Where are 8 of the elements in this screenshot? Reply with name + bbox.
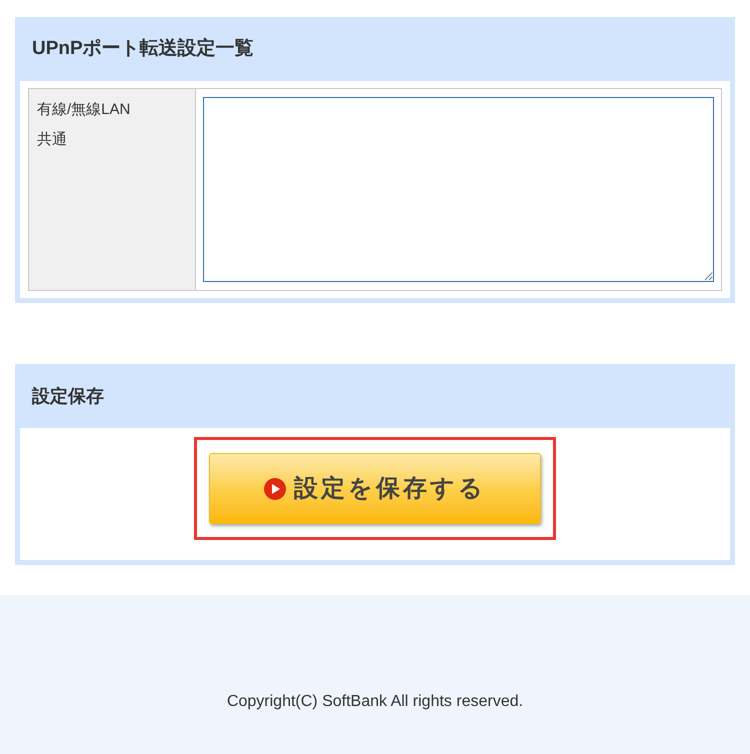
copyright-text: Copyright(C) SoftBank All rights reserved. [226,692,524,712]
save-button[interactable]: 設定を保存する [209,453,541,524]
row-label: 共通 [37,130,68,150]
row-label: 有線/無線LAN [37,100,132,120]
play-icon [264,478,286,500]
section-title: UPnPポート転送設定一覧 [32,36,254,61]
section-title: 設定保存 [32,384,104,408]
text-area[interactable] [203,97,714,282]
